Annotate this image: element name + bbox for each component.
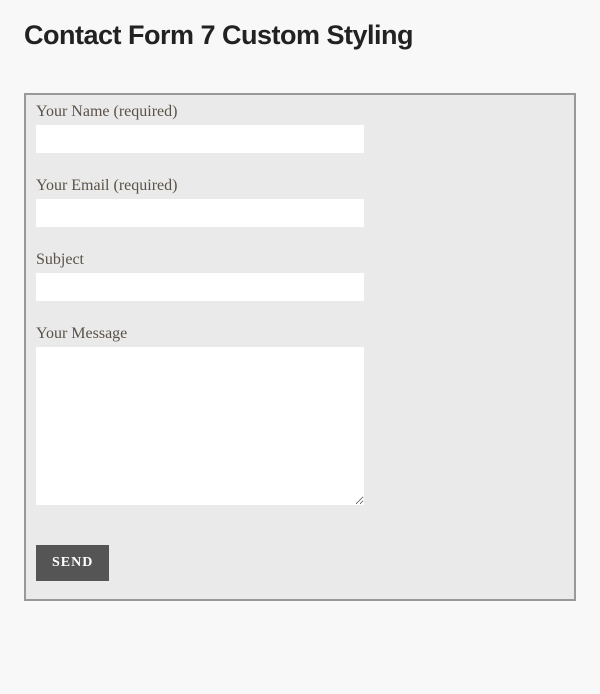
name-field-group: Your Name (required)	[36, 103, 564, 153]
contact-form: Your Name (required) Your Email (require…	[24, 93, 576, 601]
page-title: Contact Form 7 Custom Styling	[24, 20, 576, 51]
send-button[interactable]: SEND	[36, 545, 109, 581]
subject-field-group: Subject	[36, 251, 564, 301]
message-label: Your Message	[36, 325, 564, 343]
email-input[interactable]	[36, 199, 364, 227]
name-input[interactable]	[36, 125, 364, 153]
subject-label: Subject	[36, 251, 564, 269]
subject-input[interactable]	[36, 273, 364, 301]
email-field-group: Your Email (required)	[36, 177, 564, 227]
name-label: Your Name (required)	[36, 103, 564, 121]
message-textarea[interactable]	[36, 347, 364, 505]
email-label: Your Email (required)	[36, 177, 564, 195]
message-field-group: Your Message	[36, 325, 564, 505]
